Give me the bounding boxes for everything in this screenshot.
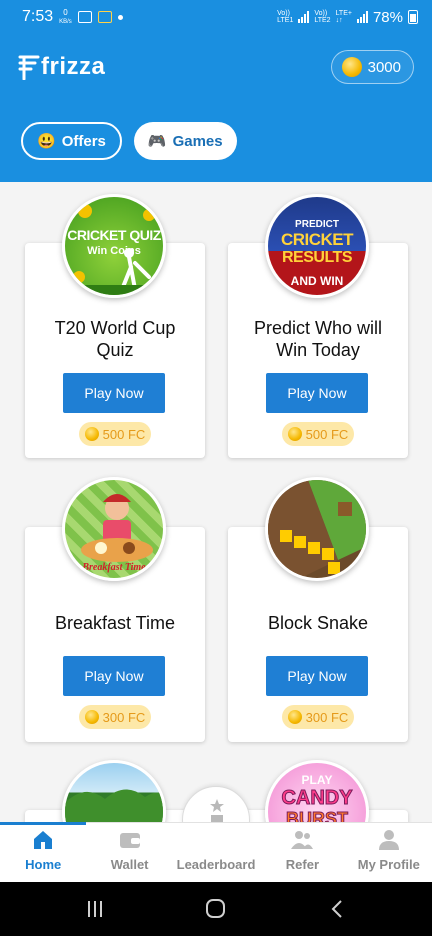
thumb-play: PLAY — [301, 773, 333, 787]
nav-leaderboard[interactable]: Leaderboard — [173, 823, 259, 882]
coin-balance[interactable]: 3000 — [330, 50, 414, 84]
profile-icon — [378, 830, 399, 850]
coin-icon — [341, 57, 362, 77]
gamepad-icon: 🎮 — [147, 133, 167, 150]
app-notification-icon — [97, 11, 112, 23]
refer-icon — [291, 831, 314, 849]
coin-icon — [84, 427, 99, 441]
reward-value: 500 FC — [305, 426, 349, 442]
back-icon — [331, 900, 342, 918]
reward-value: 300 FC — [102, 709, 146, 725]
app-bar: frizza 3000 — [0, 34, 432, 100]
wallet-icon — [119, 833, 140, 848]
nav-profile[interactable]: My Profile — [346, 823, 432, 882]
game-thumbnail[interactable]: Breakfast Time — [62, 477, 166, 581]
network-speed: 0 KB/s — [59, 7, 72, 25]
volte1-label: Vo)) LTE1 — [277, 10, 294, 24]
reward-value: 500 FC — [102, 426, 146, 442]
app-logo: frizza — [18, 53, 105, 81]
recents-icon — [88, 901, 102, 917]
thumb-burst: BURST — [286, 809, 349, 823]
notification-dot-icon — [117, 14, 123, 20]
gallery-icon — [77, 11, 92, 23]
reward-badge: 300 FC — [282, 705, 354, 729]
coin-icon — [287, 710, 302, 724]
header: 7:53 0 KB/s Vo)) LTE1 Vo)) LTE2 LTE+ ↓↑ 78% … — [0, 0, 432, 182]
nav-wallet[interactable]: Wallet — [86, 823, 172, 882]
nav-refer[interactable]: Refer — [259, 823, 345, 882]
lte-label: LTE+ ↓↑ — [335, 10, 352, 24]
game-title: Breakfast Time — [54, 613, 176, 633]
jungle-art-icon — [65, 789, 163, 822]
reward-badge: 300 FC — [79, 705, 151, 729]
status-bar: 7:53 0 KB/s Vo)) LTE1 Vo)) LTE2 LTE+ ↓↑ 78% — [0, 0, 432, 34]
status-time: 7:53 — [22, 8, 54, 25]
coin-icon — [84, 710, 99, 724]
bottom-nav: Home Wallet Leaderboard Refer My Profile — [0, 822, 432, 882]
thumb-results: RESULTS — [282, 249, 352, 266]
system-nav-bar — [0, 882, 432, 936]
category-tabs: 😃 Offers 🎮 Games — [0, 100, 432, 160]
nav-refer-label: Refer — [285, 857, 320, 872]
games-grid: T20 World Cup Quiz Play Now 500 FC CRICK… — [0, 182, 432, 822]
smiley-icon: 😃 — [37, 133, 56, 150]
battery-percent: 78% — [372, 8, 403, 26]
nav-wallet-label: Wallet — [110, 857, 149, 872]
reward-value: 300 FC — [305, 709, 349, 725]
thumb-candy: CANDY — [281, 787, 353, 810]
app-name: frizza — [41, 53, 106, 80]
game-title: Predict Who will Win Today — [253, 318, 383, 360]
play-now-button[interactable]: Play Now — [63, 656, 165, 696]
signal1-icon — [298, 11, 310, 23]
battery-icon — [408, 10, 418, 24]
game-thumbnail[interactable]: PLAY CANDY BURST — [265, 760, 369, 822]
reward-badge: 500 FC — [282, 422, 354, 446]
nav-home-label: Home — [25, 857, 62, 872]
thumb-title: CRICKET QUIZ — [67, 227, 161, 243]
nav-home[interactable]: Home — [0, 822, 87, 882]
nav-leaderboard-label: Leaderboard — [176, 857, 256, 872]
signal2-icon — [356, 11, 368, 23]
thumb-subtitle: Win Coins — [87, 245, 141, 257]
play-now-button[interactable]: Play Now — [266, 656, 368, 696]
nav-profile-label: My Profile — [357, 857, 420, 872]
rupee-f-logo-icon — [18, 55, 40, 80]
tab-offers[interactable]: 😃 Offers — [21, 122, 122, 160]
game-thumbnail[interactable]: PREDICT CRICKET RESULTS AND WIN — [265, 194, 369, 298]
coin-balance-value: 3000 — [367, 58, 401, 76]
thumb-title: Breakfast Time — [82, 562, 146, 573]
thumb-cricket: CRICKET — [280, 230, 354, 249]
game-title: Block Snake — [267, 613, 369, 633]
play-now-button[interactable]: Play Now — [63, 373, 165, 413]
thumb-and-win: AND WIN — [290, 274, 344, 288]
game-thumbnail[interactable]: CRICKET QUIZ Win Coins — [62, 194, 166, 298]
game-title: T20 World Cup Quiz — [54, 318, 176, 360]
game-thumbnail[interactable] — [62, 760, 166, 822]
volte2-label: Vo)) LTE2 — [314, 10, 331, 24]
tab-games[interactable]: 🎮 Games — [133, 122, 237, 160]
coin-icon — [287, 427, 302, 441]
play-now-button[interactable]: Play Now — [266, 373, 368, 413]
tab-games-label: Games — [172, 132, 223, 150]
system-nav-icons — [88, 899, 342, 918]
thumb-predict: PREDICT — [295, 219, 339, 230]
home-icon — [34, 831, 53, 849]
home-circle-icon — [206, 899, 225, 918]
reward-badge: 500 FC — [79, 422, 151, 446]
game-thumbnail[interactable] — [265, 477, 369, 581]
tab-offers-label: Offers — [61, 132, 106, 150]
